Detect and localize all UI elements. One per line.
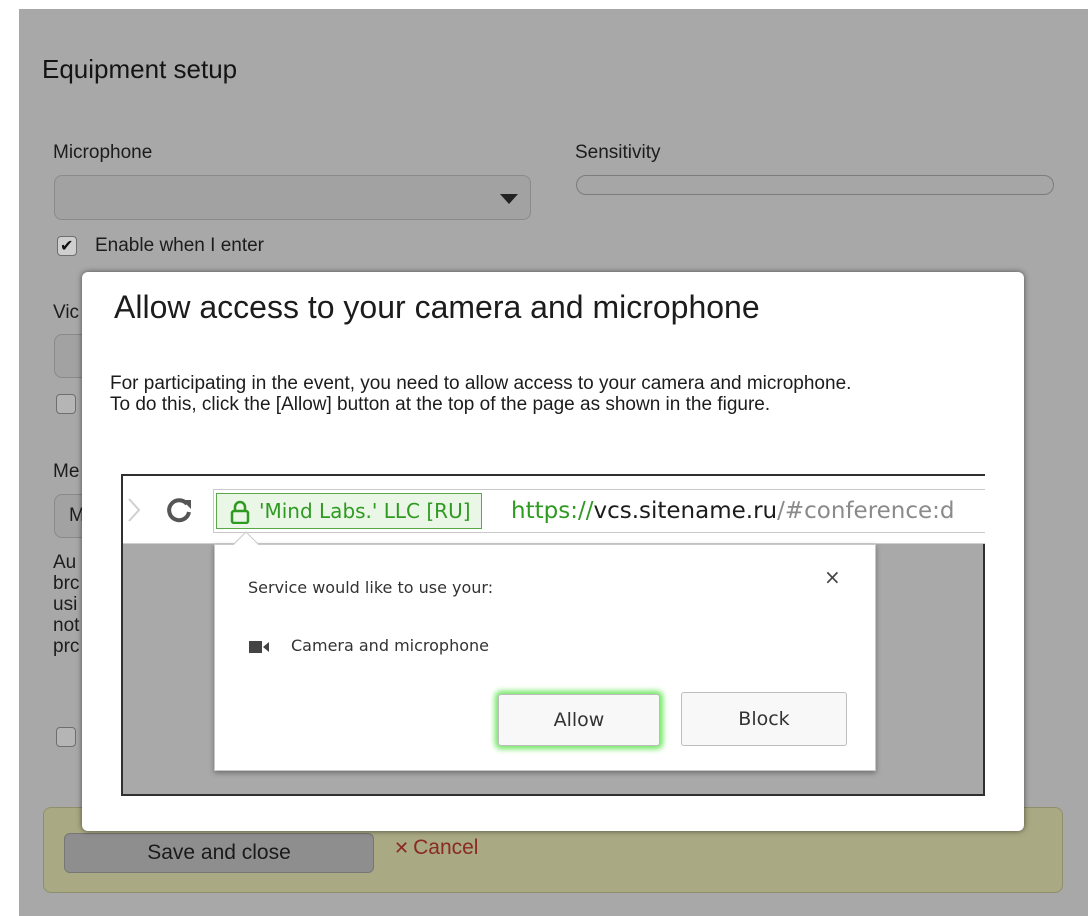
address-bar[interactable]: 'Mind Labs.' LLC [RU] https://vcs.sitena… (213, 489, 985, 533)
permission-dialog: Allow access to your camera and micropho… (82, 272, 1024, 831)
permission-label: Camera and microphone (291, 636, 489, 655)
save-and-close-button[interactable]: Save and close (64, 833, 374, 873)
note-line: Au (53, 552, 77, 573)
note-line: usi (53, 594, 78, 615)
dialog-text-line: To do this, click the [Allow] button at … (110, 394, 771, 415)
note-line: prc (53, 636, 80, 657)
url-host: vcs.sitename.ru (593, 498, 778, 524)
note-text: Au brc usi not prc (53, 552, 79, 657)
popup-message: Service would like to use your: (248, 578, 494, 597)
instruction-figure: 'Mind Labs.' LLC [RU] https://vcs.sitena… (121, 474, 985, 796)
chevron-down-icon (500, 194, 518, 204)
url-text: https://vcs.sitename.ru/#conference:d (511, 494, 955, 528)
option-checkbox[interactable] (56, 727, 76, 747)
close-icon: ✕ (394, 838, 410, 859)
video-label: Vic (53, 302, 80, 323)
secure-origin-label: 'Mind Labs.' LLC [RU] (259, 499, 471, 523)
sensitivity-label: Sensitivity (575, 142, 661, 163)
browser-toolbar: 'Mind Labs.' LLC [RU] https://vcs.sitena… (123, 476, 985, 544)
note-line: not (53, 615, 80, 636)
cancel-label: Cancel (413, 836, 479, 859)
block-button[interactable]: Block (681, 692, 847, 746)
note-line: brc (53, 573, 80, 594)
microphone-label: Microphone (53, 142, 153, 163)
enable-on-enter-checkbox[interactable] (57, 236, 77, 256)
sensitivity-meter (576, 175, 1054, 195)
media-label: Me (53, 461, 80, 482)
close-icon[interactable]: × (824, 565, 841, 589)
url-path: /#conference:d (777, 498, 955, 524)
lock-icon (230, 500, 250, 524)
allow-button[interactable]: Allow (498, 694, 660, 746)
page-title: Equipment setup (42, 54, 238, 84)
microphone-select[interactable] (54, 175, 531, 220)
url-protocol: https:// (511, 498, 594, 524)
cancel-button[interactable]: ✕ Cancel (394, 836, 478, 860)
video-enable-checkbox[interactable] (56, 394, 76, 414)
dialog-text: For participating in the event, you need… (110, 373, 970, 415)
enable-on-enter-label: Enable when I enter (95, 235, 265, 256)
dialog-title: Allow access to your camera and micropho… (114, 289, 760, 325)
back-arrow-icon (128, 498, 141, 522)
secure-origin-badge: 'Mind Labs.' LLC [RU] (216, 493, 482, 529)
dialog-text-line: For participating in the event, you need… (110, 373, 852, 394)
permission-popup: Service would like to use your: × Camera… (214, 531, 876, 771)
reload-icon (167, 498, 191, 523)
camera-icon (249, 641, 269, 653)
